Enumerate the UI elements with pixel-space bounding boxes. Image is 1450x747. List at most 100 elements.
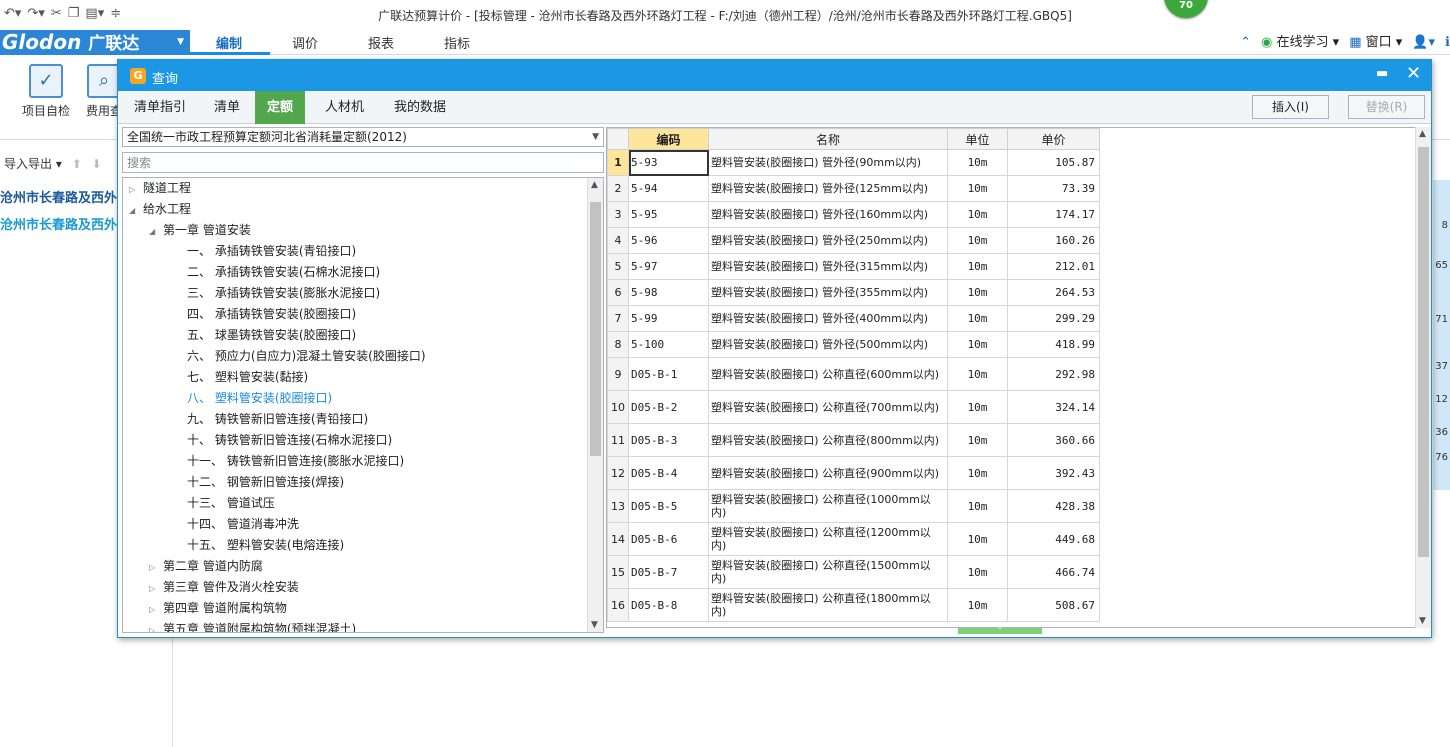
- move-up-icon[interactable]: ⬆: [72, 157, 82, 171]
- move-down-icon[interactable]: ⬇: [92, 157, 102, 171]
- unit-cell[interactable]: 10m: [947, 456, 1008, 490]
- table-row[interactable]: 1 5-93 塑料管安装(胶圈接口) 管外径(90mm以内) 10m 105.87: [607, 149, 1100, 176]
- tree-leaf[interactable]: 二、 承插铸铁管安装(石棉水泥接口): [187, 262, 380, 283]
- price-cell[interactable]: 73.39: [1007, 175, 1100, 202]
- table-row[interactable]: 15 D05-B-7 塑料管安装(胶圈接口) 公称直径(1500mm以内) 10m 46…: [607, 555, 1100, 589]
- tree-leaf[interactable]: 十一、 铸铁管新旧管连接(膨胀水泥接口): [187, 451, 404, 472]
- tab-zhibiao[interactable]: 指标: [444, 33, 470, 52]
- row-number[interactable]: 14: [607, 522, 629, 556]
- name-cell[interactable]: 塑料管安装(胶圈接口) 管外径(90mm以内): [708, 149, 948, 176]
- code-cell[interactable]: D05-B-1: [628, 357, 709, 391]
- name-cell[interactable]: 塑料管安装(胶圈接口) 管外径(355mm以内): [708, 279, 948, 306]
- unit-cell[interactable]: 10m: [947, 555, 1008, 589]
- scroll-up-icon[interactable]: ▲: [1419, 129, 1426, 139]
- tree-leaf[interactable]: 七、 塑料管安装(黏接): [187, 367, 308, 388]
- code-cell[interactable]: 5-98: [628, 279, 709, 306]
- expand-icon[interactable]: ▷: [149, 599, 163, 620]
- price-cell[interactable]: 212.01: [1007, 253, 1100, 280]
- tab-bianzhi[interactable]: 编制: [216, 33, 242, 52]
- header-unit[interactable]: 单位: [947, 128, 1008, 150]
- expand-icon[interactable]: ▷: [149, 578, 163, 599]
- row-number[interactable]: 1: [607, 149, 629, 176]
- name-cell[interactable]: 塑料管安装(胶圈接口) 公称直径(1000mm以内): [708, 489, 948, 523]
- name-cell[interactable]: 塑料管安装(胶圈接口) 公称直径(800mm以内): [708, 423, 948, 457]
- project-check-button[interactable]: ✓ 项目自检: [18, 64, 74, 119]
- unit-cell[interactable]: 10m: [947, 331, 1008, 358]
- tab-bill[interactable]: 清单: [202, 91, 252, 124]
- tree-leaf[interactable]: 十五、 塑料管安装(电熔连接): [187, 535, 344, 556]
- scroll-down-icon[interactable]: ▼: [1419, 616, 1426, 626]
- tab-my-data[interactable]: 我的数据: [382, 91, 458, 124]
- scroll-up-icon[interactable]: ▲: [591, 180, 598, 190]
- tree-leaf[interactable]: 六、 预应力(自应力)混凝土管安装(胶圈接口): [187, 346, 426, 367]
- price-cell[interactable]: 428.38: [1007, 489, 1100, 523]
- row-number[interactable]: 5: [607, 253, 629, 280]
- header-code[interactable]: 编码: [628, 128, 709, 150]
- header-price[interactable]: 单价: [1007, 128, 1100, 150]
- table-row[interactable]: 13 D05-B-5 塑料管安装(胶圈接口) 公称直径(1000mm以内) 10m 42…: [607, 489, 1100, 523]
- tree-node[interactable]: ◢ 给水工程: [129, 199, 191, 220]
- unit-cell[interactable]: 10m: [947, 201, 1008, 228]
- code-cell[interactable]: D05-B-2: [628, 390, 709, 424]
- name-cell[interactable]: 塑料管安装(胶圈接口) 公称直径(700mm以内): [708, 390, 948, 424]
- unit-cell[interactable]: 10m: [947, 227, 1008, 254]
- row-number[interactable]: 2: [607, 175, 629, 202]
- collapse-icon[interactable]: ◢: [149, 221, 163, 242]
- tree-node[interactable]: ▷ 隧道工程: [129, 178, 191, 199]
- collapse-icon[interactable]: ◢: [129, 200, 143, 221]
- project-tree-item[interactable]: 沧州市长春路及西外环: [0, 187, 130, 206]
- code-cell[interactable]: 5-97: [628, 253, 709, 280]
- row-number[interactable]: 11: [607, 423, 629, 457]
- table-row[interactable]: 2 5-94 塑料管安装(胶圈接口) 管外径(125mm以内) 10m 73.39: [607, 175, 1100, 202]
- window-menu[interactable]: ▦ 窗口 ▾: [1349, 34, 1402, 52]
- close-icon[interactable]: ✕: [1406, 63, 1421, 84]
- name-cell[interactable]: 塑料管安装(胶圈接口) 公称直径(600mm以内): [708, 357, 948, 391]
- name-cell[interactable]: 塑料管安装(胶圈接口) 管外径(315mm以内): [708, 253, 948, 280]
- name-cell[interactable]: 塑料管安装(胶圈接口) 管外径(125mm以内): [708, 175, 948, 202]
- replace-button[interactable]: 替换(R): [1348, 95, 1425, 119]
- code-cell[interactable]: D05-B-3: [628, 423, 709, 457]
- price-cell[interactable]: 264.53: [1007, 279, 1100, 306]
- unit-cell[interactable]: 10m: [947, 357, 1008, 391]
- tree-node[interactable]: ▷ 第二章 管道内防腐: [149, 556, 263, 577]
- unit-cell[interactable]: 10m: [947, 175, 1008, 202]
- table-row[interactable]: 8 5-100 塑料管安装(胶圈接口) 管外径(500mm以内) 10m 418.99: [607, 331, 1100, 358]
- table-row[interactable]: 10 D05-B-2 塑料管安装(胶圈接口) 公称直径(700mm以内) 10m 324…: [607, 390, 1100, 424]
- row-number[interactable]: 10: [607, 390, 629, 424]
- header-name[interactable]: 名称: [708, 128, 948, 150]
- price-cell[interactable]: 292.98: [1007, 357, 1100, 391]
- row-number[interactable]: 9: [607, 357, 629, 391]
- name-cell[interactable]: 塑料管安装(胶圈接口) 公称直径(1800mm以内): [708, 588, 948, 622]
- price-cell[interactable]: 508.67: [1007, 588, 1100, 622]
- table-row[interactable]: 5 5-97 塑料管安装(胶圈接口) 管外径(315mm以内) 10m 212.01: [607, 253, 1100, 280]
- tree-leaf[interactable]: 三、 承插铸铁管安装(膨胀水泥接口): [187, 283, 380, 304]
- code-cell[interactable]: 5-100: [628, 331, 709, 358]
- maximize-icon[interactable]: ▬: [1376, 66, 1388, 81]
- price-cell[interactable]: 418.99: [1007, 331, 1100, 358]
- panel-split-grip[interactable]: ⌃: [958, 627, 1042, 635]
- code-cell[interactable]: D05-B-7: [628, 555, 709, 589]
- scroll-thumb[interactable]: [1418, 147, 1429, 557]
- table-row[interactable]: 7 5-99 塑料管安装(胶圈接口) 管外径(400mm以内) 10m 299.29: [607, 305, 1100, 332]
- tab-quota[interactable]: 定额: [255, 91, 306, 124]
- app-logo[interactable]: Glodon 广联达 ▼: [0, 30, 190, 55]
- import-export-menu[interactable]: 导入导出 ▾: [0, 157, 62, 171]
- tab-baobiao[interactable]: 报表: [368, 33, 394, 52]
- tree-scrollbar[interactable]: ▲ ▼: [587, 178, 603, 632]
- tree-node[interactable]: ▷ 第五章 管道附属构筑物(预拌混凝土): [149, 619, 356, 632]
- code-cell[interactable]: D05-B-5: [628, 489, 709, 523]
- unit-cell[interactable]: 10m: [947, 423, 1008, 457]
- code-cell[interactable]: D05-B-6: [628, 522, 709, 556]
- code-cell[interactable]: D05-B-4: [628, 456, 709, 490]
- row-number[interactable]: 7: [607, 305, 629, 332]
- price-cell[interactable]: 392.43: [1007, 456, 1100, 490]
- tree-leaf[interactable]: 十二、 钢管新旧管连接(焊接): [187, 472, 344, 493]
- row-number[interactable]: 6: [607, 279, 629, 306]
- tree-leaf[interactable]: 十、 铸铁管新旧管连接(石棉水泥接口): [187, 430, 392, 451]
- collapse-ribbon-icon[interactable]: ⌃: [1240, 34, 1251, 52]
- tab-materials[interactable]: 人材机: [313, 91, 376, 124]
- name-cell[interactable]: 塑料管安装(胶圈接口) 公称直径(900mm以内): [708, 456, 948, 490]
- name-cell[interactable]: 塑料管安装(胶圈接口) 公称直径(1200mm以内): [708, 522, 948, 556]
- unit-cell[interactable]: 10m: [947, 149, 1008, 176]
- row-number[interactable]: 8: [607, 331, 629, 358]
